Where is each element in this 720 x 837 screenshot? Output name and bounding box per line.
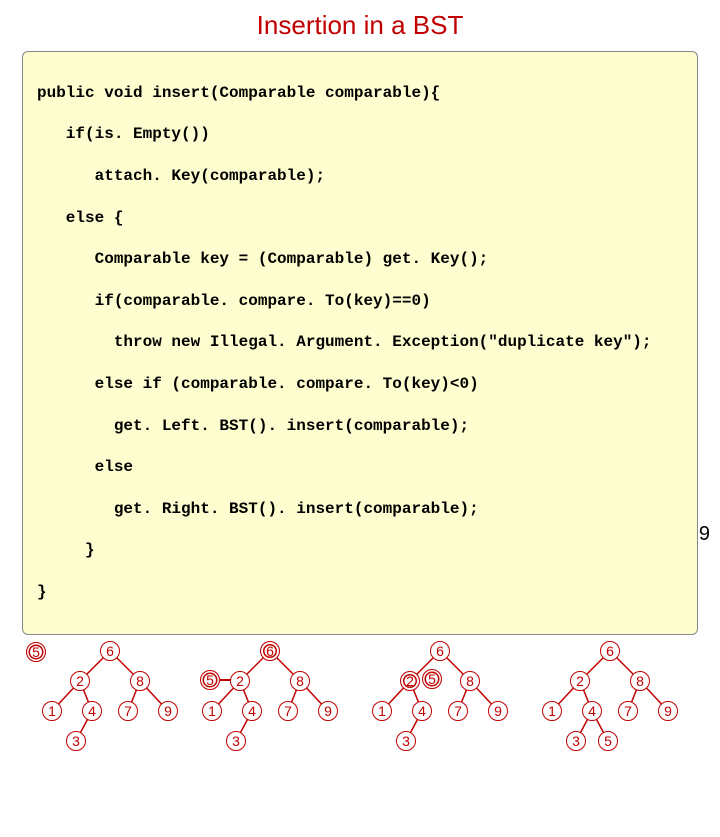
tree-node: 9 <box>488 701 508 721</box>
tree-node: 4 <box>242 701 262 721</box>
code-block: public void insert(Comparable comparable… <box>22 51 698 635</box>
tree-node: 8 <box>630 671 650 691</box>
tree-node: 2 <box>230 671 250 691</box>
tree-node: 6 <box>600 641 620 661</box>
tree-node: 3 <box>566 731 586 751</box>
tree-node: 1 <box>542 701 562 721</box>
tree-node: 9 <box>658 701 678 721</box>
code-line: if(comparable. compare. To(key)==0) <box>37 291 683 312</box>
tree-node: 7 <box>618 701 638 721</box>
tree-node: 2 <box>400 671 420 691</box>
tree-node: 8 <box>460 671 480 691</box>
tree-node: 5 <box>598 731 618 751</box>
tree-node: 1 <box>42 701 62 721</box>
tree-node: 3 <box>66 731 86 751</box>
code-line: attach. Key(comparable); <box>37 166 683 187</box>
tree-node: 8 <box>130 671 150 691</box>
code-line: public void insert(Comparable comparable… <box>37 83 683 104</box>
tree-node: 9 <box>318 701 338 721</box>
tree-node: 4 <box>582 701 602 721</box>
code-line: throw new Illegal. Argument. Exception("… <box>37 332 683 353</box>
tree-node: 1 <box>202 701 222 721</box>
tree-node: 7 <box>278 701 298 721</box>
tree-diagrams: 5 5 1234678912346789123467895123456789 <box>0 637 720 837</box>
bst-tree: 12 3 4 6 7 89 <box>190 641 350 771</box>
tree-node: 1 <box>372 701 392 721</box>
code-line: else <box>37 457 683 478</box>
tree-node: 6 <box>260 641 280 661</box>
tree-node: 7 <box>118 701 138 721</box>
tree-node: 6 <box>430 641 450 661</box>
code-line: get. Left. BST(). insert(comparable); <box>37 416 683 437</box>
page-number: 9 <box>699 523 710 546</box>
tree-node: 2 <box>570 671 590 691</box>
code-line: } <box>37 540 683 561</box>
code-line: get. Right. BST(). insert(comparable); <box>37 499 683 520</box>
tree-node: 8 <box>290 671 310 691</box>
tree-node: 2 <box>70 671 90 691</box>
code-line: else { <box>37 208 683 229</box>
code-line: else if (comparable. compare. To(key)<0) <box>37 374 683 395</box>
tree-node: 3 <box>396 731 416 751</box>
tree-node: 3 <box>226 731 246 751</box>
bst-tree: 12 3 4 6 7 89 <box>30 641 190 771</box>
code-line: } <box>37 582 683 603</box>
tree-node: 4 <box>82 701 102 721</box>
tree-node: 4 <box>412 701 432 721</box>
bst-tree: 12 3 4 6 7 89 5 <box>360 641 520 771</box>
code-line: Comparable key = (Comparable) get. Key()… <box>37 249 683 270</box>
tree-node: 6 <box>100 641 120 661</box>
code-line: if(is. Empty()) <box>37 124 683 145</box>
insert-value: 5 <box>422 669 442 689</box>
page-title: Insertion in a BST <box>0 10 720 41</box>
tree-node: 9 <box>158 701 178 721</box>
bst-tree: 12 3 4 5 6 7 89 <box>530 641 690 771</box>
tree-node: 7 <box>448 701 468 721</box>
